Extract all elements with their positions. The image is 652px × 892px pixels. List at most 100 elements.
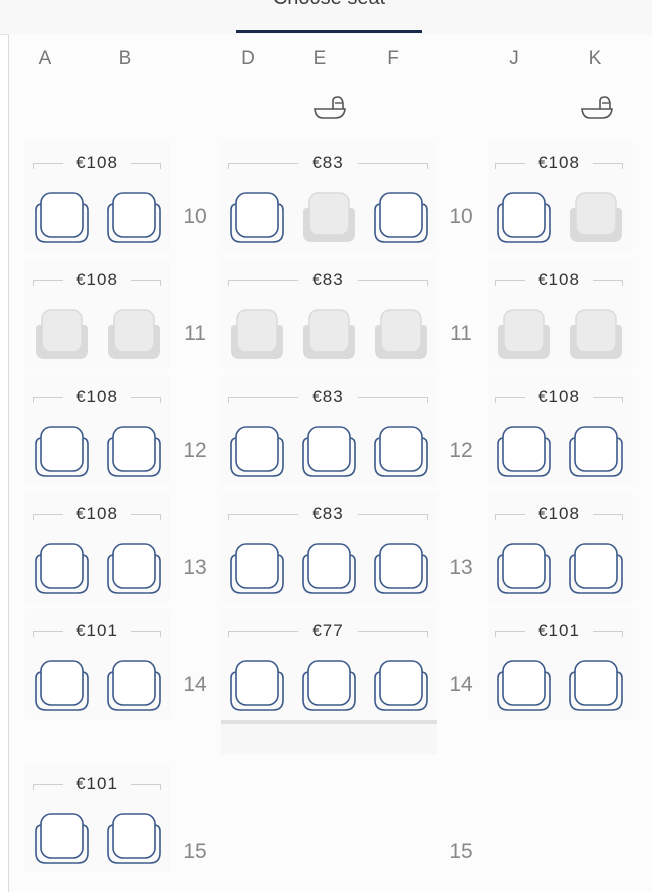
seat-10d[interactable] xyxy=(228,190,286,244)
seat-14k[interactable] xyxy=(567,658,625,712)
seat-available-icon xyxy=(107,543,161,594)
bassinet-icon xyxy=(576,93,616,123)
seat-price: €108 xyxy=(76,504,118,523)
seat-available-icon xyxy=(302,426,356,477)
seat-available-icon xyxy=(569,426,623,477)
price-label-left: €101 xyxy=(33,774,161,794)
seat-12e[interactable] xyxy=(300,424,358,478)
seat-available-icon xyxy=(302,543,356,594)
seat-available-icon xyxy=(374,660,428,711)
seat-price: €108 xyxy=(76,270,118,289)
seat-available-icon xyxy=(35,426,89,477)
active-tab-indicator xyxy=(236,30,422,33)
price-label-left: €108 xyxy=(33,153,161,173)
seat-available-icon xyxy=(497,660,551,711)
price-label-right: €108 xyxy=(495,504,623,524)
seat-10f[interactable] xyxy=(372,190,430,244)
seat-occupied-icon xyxy=(36,309,88,359)
row-number: 14 xyxy=(183,673,207,696)
seat-14j[interactable] xyxy=(495,658,553,712)
column-letter-f: F xyxy=(387,48,399,69)
seat-available-icon xyxy=(497,192,551,243)
seat-13a[interactable] xyxy=(33,541,91,595)
seat-12d[interactable] xyxy=(228,424,286,478)
seat-price: €108 xyxy=(538,270,580,289)
seat-available-icon xyxy=(569,543,623,594)
row-number: 15 xyxy=(449,840,473,863)
seat-12b[interactable] xyxy=(105,424,163,478)
row-number: 14 xyxy=(449,673,473,696)
seat-price: €83 xyxy=(312,504,344,523)
seat-price: €108 xyxy=(538,504,580,523)
seat-12f[interactable] xyxy=(372,424,430,478)
row-number: 10 xyxy=(449,205,473,228)
column-letter-b: B xyxy=(118,48,132,69)
column-letter-d: D xyxy=(241,48,255,69)
seat-15b[interactable] xyxy=(105,811,163,865)
seat-price: €83 xyxy=(312,153,344,172)
seat-available-icon xyxy=(374,543,428,594)
row-number: 12 xyxy=(183,439,207,462)
column-letter-e: E xyxy=(313,48,327,69)
seat-available-icon xyxy=(107,192,161,243)
seat-occupied-icon xyxy=(231,309,283,359)
seat-11k xyxy=(567,307,625,361)
seat-14e[interactable] xyxy=(300,658,358,712)
row-number: 13 xyxy=(183,556,207,579)
seat-available-icon xyxy=(107,426,161,477)
price-label-middle: €83 xyxy=(228,270,428,290)
seat-13k[interactable] xyxy=(567,541,625,595)
seat-13e[interactable] xyxy=(300,541,358,595)
seat-12k[interactable] xyxy=(567,424,625,478)
seat-available-icon xyxy=(35,192,89,243)
seat-12j[interactable] xyxy=(495,424,553,478)
seat-15a[interactable] xyxy=(33,811,91,865)
seat-occupied-icon xyxy=(570,192,622,242)
price-label-middle: €77 xyxy=(228,621,428,641)
seat-available-icon xyxy=(302,660,356,711)
seat-available-icon xyxy=(107,813,161,864)
seat-14d[interactable] xyxy=(228,658,286,712)
bassinet-icon xyxy=(309,93,349,123)
price-label-right: €108 xyxy=(495,387,623,407)
seat-11f xyxy=(372,307,430,361)
price-label-middle: €83 xyxy=(228,387,428,407)
seat-11b xyxy=(105,307,163,361)
seat-14f[interactable] xyxy=(372,658,430,712)
seat-available-icon xyxy=(374,426,428,477)
seat-available-icon xyxy=(497,543,551,594)
seat-occupied-icon xyxy=(108,309,160,359)
seat-price: €83 xyxy=(312,387,344,406)
seat-12a[interactable] xyxy=(33,424,91,478)
seat-available-icon xyxy=(230,426,284,477)
seat-10j[interactable] xyxy=(495,190,553,244)
seat-available-icon xyxy=(230,192,284,243)
seat-14b[interactable] xyxy=(105,658,163,712)
seat-10a[interactable] xyxy=(33,190,91,244)
seat-occupied-icon xyxy=(303,192,355,242)
seat-13j[interactable] xyxy=(495,541,553,595)
seat-available-icon xyxy=(497,426,551,477)
seat-occupied-icon xyxy=(498,309,550,359)
seat-13d[interactable] xyxy=(228,541,286,595)
seat-available-icon xyxy=(35,543,89,594)
seat-price: €108 xyxy=(538,387,580,406)
tab-choose-seat[interactable]: Choose seat xyxy=(236,0,422,10)
price-label-left: €101 xyxy=(33,621,161,641)
seat-14a[interactable] xyxy=(33,658,91,712)
seat-occupied-icon xyxy=(375,309,427,359)
seat-price: €108 xyxy=(538,153,580,172)
row-number: 10 xyxy=(183,205,207,228)
seat-13b[interactable] xyxy=(105,541,163,595)
row-number: 11 xyxy=(450,322,472,345)
seat-13f[interactable] xyxy=(372,541,430,595)
seat-10b[interactable] xyxy=(105,190,163,244)
seat-available-icon xyxy=(107,660,161,711)
seat-available-icon xyxy=(569,660,623,711)
column-letter-a: A xyxy=(38,48,52,69)
row-number: 11 xyxy=(184,322,206,345)
price-label-middle: €83 xyxy=(228,153,428,173)
seat-price: €101 xyxy=(76,621,118,640)
price-label-left: €108 xyxy=(33,270,161,290)
seat-occupied-icon xyxy=(570,309,622,359)
